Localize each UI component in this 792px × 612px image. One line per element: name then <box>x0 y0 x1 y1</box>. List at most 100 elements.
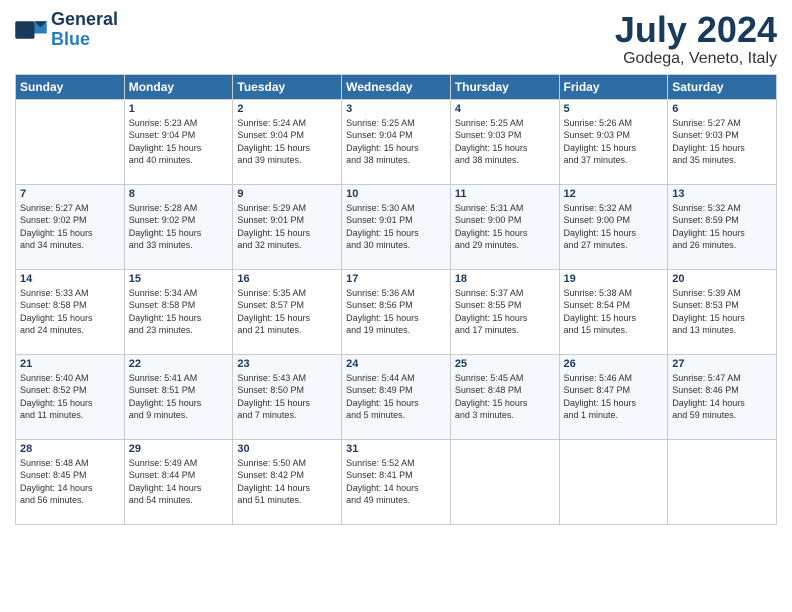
calendar-cell: 17 Sunrise: 5:36 AM Sunset: 8:56 PM Dayli… <box>342 269 451 354</box>
calendar-cell: 5 Sunrise: 5:26 AM Sunset: 9:03 PM Daylig… <box>559 99 668 184</box>
cell-content: Sunrise: 5:52 AM Sunset: 8:41 PM Dayligh… <box>346 457 446 507</box>
calendar-cell: 14 Sunrise: 5:33 AM Sunset: 8:58 PM Dayli… <box>16 269 125 354</box>
calendar-table: Sunday Monday Tuesday Wednesday Thursday… <box>15 74 777 525</box>
week-row-3: 14 Sunrise: 5:33 AM Sunset: 8:58 PM Dayli… <box>16 269 777 354</box>
day-number: 7 <box>20 188 120 200</box>
cell-content: Sunrise: 5:40 AM Sunset: 8:52 PM Dayligh… <box>20 372 120 422</box>
col-thursday: Thursday <box>450 74 559 99</box>
main-container: General Blue July 2024 Godega, Veneto, I… <box>0 0 792 535</box>
cell-content: Sunrise: 5:25 AM Sunset: 9:04 PM Dayligh… <box>346 117 446 167</box>
logo-icon <box>15 16 47 44</box>
cell-content: Sunrise: 5:36 AM Sunset: 8:56 PM Dayligh… <box>346 287 446 337</box>
logo-line1: General <box>51 10 118 30</box>
day-number: 31 <box>346 443 446 455</box>
day-number: 22 <box>129 358 229 370</box>
calendar-cell: 7 Sunrise: 5:27 AM Sunset: 9:02 PM Daylig… <box>16 184 125 269</box>
day-number: 25 <box>455 358 555 370</box>
calendar-cell: 6 Sunrise: 5:27 AM Sunset: 9:03 PM Daylig… <box>668 99 777 184</box>
cell-content: Sunrise: 5:35 AM Sunset: 8:57 PM Dayligh… <box>237 287 337 337</box>
day-number: 8 <box>129 188 229 200</box>
day-number: 23 <box>237 358 337 370</box>
title-block: July 2024 Godega, Veneto, Italy <box>615 10 777 68</box>
cell-content: Sunrise: 5:31 AM Sunset: 9:00 PM Dayligh… <box>455 202 555 252</box>
day-number: 3 <box>346 103 446 115</box>
day-number: 29 <box>129 443 229 455</box>
day-number: 13 <box>672 188 772 200</box>
calendar-cell: 21 Sunrise: 5:40 AM Sunset: 8:52 PM Dayli… <box>16 354 125 439</box>
calendar-cell: 10Sunrise: 5:30 AM Sunset: 9:01 PM Dayli… <box>342 184 451 269</box>
cell-content: Sunrise: 5:41 AM Sunset: 8:51 PM Dayligh… <box>129 372 229 422</box>
week-row-1: 1 Sunrise: 5:23 AM Sunset: 9:04 PM Daylig… <box>16 99 777 184</box>
calendar-cell: 3 Sunrise: 5:25 AM Sunset: 9:04 PM Daylig… <box>342 99 451 184</box>
calendar-cell: 8 Sunrise: 5:28 AM Sunset: 9:02 PM Daylig… <box>124 184 233 269</box>
calendar-cell: 12 Sunrise: 5:32 AM Sunset: 9:00 PM Dayli… <box>559 184 668 269</box>
cell-content: Sunrise: 5:50 AM Sunset: 8:42 PM Dayligh… <box>237 457 337 507</box>
cell-content: Sunrise: 5:45 AM Sunset: 8:48 PM Dayligh… <box>455 372 555 422</box>
calendar-cell: 19 Sunrise: 5:38 AM Sunset: 8:54 PM Dayli… <box>559 269 668 354</box>
cell-content: Sunrise: 5:27 AM Sunset: 9:03 PM Dayligh… <box>672 117 772 167</box>
calendar-cell: 23 Sunrise: 5:43 AM Sunset: 8:50 PM Dayli… <box>233 354 342 439</box>
calendar-cell: 16 Sunrise: 5:35 AM Sunset: 8:57 PM Dayli… <box>233 269 342 354</box>
col-wednesday: Wednesday <box>342 74 451 99</box>
day-number: 19 <box>564 273 664 285</box>
day-number: 12 <box>564 188 664 200</box>
cell-content: Sunrise: 5:44 AM Sunset: 8:49 PM Dayligh… <box>346 372 446 422</box>
cell-content: Sunrise: 5:33 AM Sunset: 8:58 PM Dayligh… <box>20 287 120 337</box>
day-number: 9 <box>237 188 337 200</box>
day-number: 1 <box>129 103 229 115</box>
cell-content: Sunrise: 5:23 AM Sunset: 9:04 PM Dayligh… <box>129 117 229 167</box>
day-number: 16 <box>237 273 337 285</box>
cell-content: Sunrise: 5:47 AM Sunset: 8:46 PM Dayligh… <box>672 372 772 422</box>
cell-content: Sunrise: 5:48 AM Sunset: 8:45 PM Dayligh… <box>20 457 120 507</box>
day-number: 26 <box>564 358 664 370</box>
day-number: 4 <box>455 103 555 115</box>
col-friday: Friday <box>559 74 668 99</box>
calendar-cell: 24Sunrise: 5:44 AM Sunset: 8:49 PM Dayli… <box>342 354 451 439</box>
day-number: 21 <box>20 358 120 370</box>
header-row: Sunday Monday Tuesday Wednesday Thursday… <box>16 74 777 99</box>
day-number: 17 <box>346 273 446 285</box>
calendar-cell: 29Sunrise: 5:49 AM Sunset: 8:44 PM Dayli… <box>124 439 233 524</box>
day-number: 15 <box>129 273 229 285</box>
calendar-cell: 9Sunrise: 5:29 AM Sunset: 9:01 PM Daylig… <box>233 184 342 269</box>
col-sunday: Sunday <box>16 74 125 99</box>
calendar-cell <box>559 439 668 524</box>
day-number: 18 <box>455 273 555 285</box>
calendar-cell <box>16 99 125 184</box>
logo-text: General Blue <box>51 10 118 50</box>
month-title: July 2024 <box>615 10 777 50</box>
calendar-cell: 22 Sunrise: 5:41 AM Sunset: 8:51 PM Dayli… <box>124 354 233 439</box>
day-number: 6 <box>672 103 772 115</box>
day-number: 20 <box>672 273 772 285</box>
col-saturday: Saturday <box>668 74 777 99</box>
day-number: 2 <box>237 103 337 115</box>
location: Godega, Veneto, Italy <box>615 50 777 68</box>
cell-content: Sunrise: 5:37 AM Sunset: 8:55 PM Dayligh… <box>455 287 555 337</box>
header: General Blue July 2024 Godega, Veneto, I… <box>15 10 777 68</box>
calendar-cell: 18 Sunrise: 5:37 AM Sunset: 8:55 PM Dayli… <box>450 269 559 354</box>
day-number: 30 <box>237 443 337 455</box>
day-number: 14 <box>20 273 120 285</box>
calendar-cell: 13 Sunrise: 5:32 AM Sunset: 8:59 PM Dayli… <box>668 184 777 269</box>
calendar-cell: 28 Sunrise: 5:48 AM Sunset: 8:45 PM Dayli… <box>16 439 125 524</box>
cell-content: Sunrise: 5:28 AM Sunset: 9:02 PM Dayligh… <box>129 202 229 252</box>
cell-content: Sunrise: 5:32 AM Sunset: 8:59 PM Dayligh… <box>672 202 772 252</box>
day-number: 27 <box>672 358 772 370</box>
calendar-cell: 27 Sunrise: 5:47 AM Sunset: 8:46 PM Dayli… <box>668 354 777 439</box>
logo-line2: Blue <box>51 29 90 49</box>
cell-content: Sunrise: 5:43 AM Sunset: 8:50 PM Dayligh… <box>237 372 337 422</box>
cell-content: Sunrise: 5:27 AM Sunset: 9:02 PM Dayligh… <box>20 202 120 252</box>
calendar-cell: 26Sunrise: 5:46 AM Sunset: 8:47 PM Dayli… <box>559 354 668 439</box>
day-number: 28 <box>20 443 120 455</box>
cell-content: Sunrise: 5:26 AM Sunset: 9:03 PM Dayligh… <box>564 117 664 167</box>
cell-content: Sunrise: 5:38 AM Sunset: 8:54 PM Dayligh… <box>564 287 664 337</box>
day-number: 5 <box>564 103 664 115</box>
week-row-2: 7 Sunrise: 5:27 AM Sunset: 9:02 PM Daylig… <box>16 184 777 269</box>
calendar-cell: 4Sunrise: 5:25 AM Sunset: 9:03 PM Daylig… <box>450 99 559 184</box>
day-number: 10 <box>346 188 446 200</box>
calendar-cell <box>668 439 777 524</box>
week-row-4: 21 Sunrise: 5:40 AM Sunset: 8:52 PM Dayli… <box>16 354 777 439</box>
cell-content: Sunrise: 5:39 AM Sunset: 8:53 PM Dayligh… <box>672 287 772 337</box>
calendar-cell <box>450 439 559 524</box>
cell-content: Sunrise: 5:32 AM Sunset: 9:00 PM Dayligh… <box>564 202 664 252</box>
